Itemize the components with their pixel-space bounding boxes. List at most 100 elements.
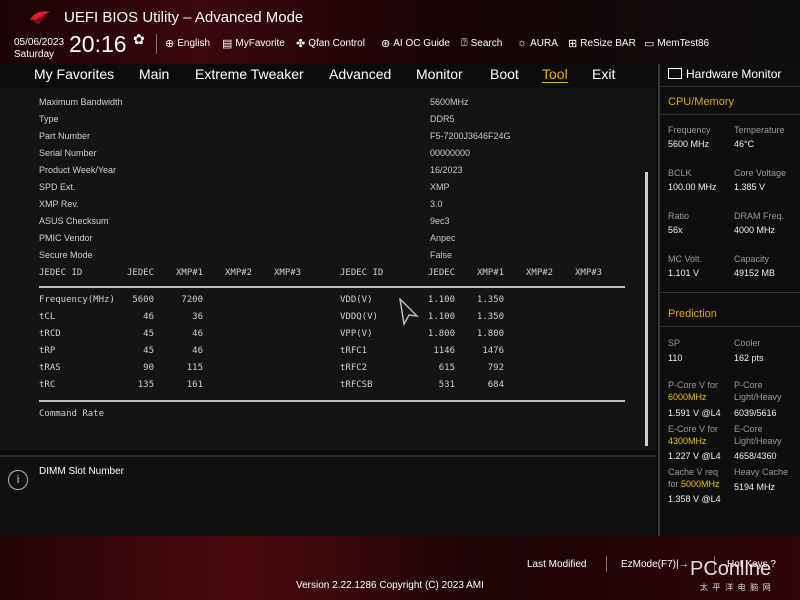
spd-value-asus-checksum: 9ec3 xyxy=(430,216,450,226)
timing-xmp1-value: 161 xyxy=(186,380,203,390)
bclk-value: 100.00 MHz xyxy=(668,182,717,192)
timing-label: tRAS xyxy=(39,363,61,373)
ecore-lh-label: E-Core Light/Heavy xyxy=(734,423,782,447)
ai-oc-guide-button[interactable]: ⊛ AI OC Guide xyxy=(381,37,450,50)
bclk-label: BCLK xyxy=(668,168,692,178)
timing-jedec-value: 45 xyxy=(143,346,154,356)
aura-button[interactable]: ☼ AURA xyxy=(517,37,558,49)
app-title: UEFI BIOS Utility – Advanced Mode xyxy=(64,9,304,26)
myfavorite-button[interactable]: ▤ MyFavorite xyxy=(222,37,285,50)
resize-bar-icon: ⊞ xyxy=(568,38,578,50)
timing-xmp1-value: 46 xyxy=(192,346,203,356)
date-text: 05/06/2023 xyxy=(14,37,65,48)
spd-label-max-bandwidth: Maximum Bandwidth xyxy=(39,97,123,107)
tab-monitor[interactable]: Monitor xyxy=(416,66,463,82)
toolbar-divider xyxy=(156,34,157,54)
ai-chip-icon: ⊛ xyxy=(381,38,391,50)
memtest-button[interactable]: ▭ MemTest86 xyxy=(644,37,709,50)
cooler-value: 162 pts xyxy=(734,353,764,363)
ecore-v-label: E-Core V for 4300MHz xyxy=(668,423,718,447)
resize-bar-button[interactable]: ⊞ ReSize BAR xyxy=(568,37,636,50)
search-button[interactable]: ⍰ Search xyxy=(461,37,502,50)
timing-label: VDD(V) xyxy=(340,295,373,305)
tab-boot[interactable]: Boot xyxy=(490,66,519,82)
spd-label-asus-checksum: ASUS Checksum xyxy=(39,216,109,226)
qfan-control-button[interactable]: ✤ Qfan Control xyxy=(296,37,365,50)
aura-light-icon: ☼ xyxy=(517,37,528,49)
pcore-lh-label-text: P-Core xyxy=(734,380,763,390)
language-button[interactable]: ⊕ English xyxy=(165,37,210,50)
timing-jedec-value: 45 xyxy=(143,329,154,339)
frequency-label: Frequency xyxy=(668,125,711,135)
timing-label: tRCD xyxy=(39,329,61,339)
ecore-lh-value: 4658/4360 xyxy=(734,451,777,461)
temperature-value: 46°C xyxy=(734,139,755,149)
spd-label-product-week-year: Product Week/Year xyxy=(39,165,117,175)
timing-xmp1-value: 1476 xyxy=(482,346,504,356)
fan-icon: ✤ xyxy=(296,38,306,50)
help-description-panel: i DIMM Slot Number xyxy=(0,455,656,537)
heavy-cache-label: Heavy Cache xyxy=(734,467,789,477)
tab-main[interactable]: Main xyxy=(139,66,169,82)
footer-divider xyxy=(606,556,607,572)
ai-oc-label: AI OC Guide xyxy=(393,38,450,49)
section-divider xyxy=(660,86,800,87)
tab-my-favorites[interactable]: My Favorites xyxy=(34,66,114,82)
tab-exit[interactable]: Exit xyxy=(592,66,615,82)
timing-label: VPP(V) xyxy=(340,329,373,339)
tab-extreme-tweaker[interactable]: Extreme Tweaker xyxy=(195,66,304,82)
table-header-left-id: JEDEC ID xyxy=(39,268,83,278)
pconline-watermark-subtitle: 太 平 洋 电 脑 网 xyxy=(700,583,772,592)
spd-value-pmic-vendor: Anpec xyxy=(430,233,456,243)
spd-label-pmic-vendor: PMIC Vendor xyxy=(39,233,93,243)
dram-freq-value: 4000 MHz xyxy=(734,225,776,235)
last-modified-button[interactable]: Last Modified xyxy=(527,559,586,570)
info-icon: i xyxy=(8,470,28,490)
pconline-watermark: PConline xyxy=(690,558,772,580)
mc-volt-value: 1.101 V xyxy=(668,268,700,278)
ezmode-button[interactable]: EzMode(F7)|→ xyxy=(621,559,689,570)
tab-advanced[interactable]: Advanced xyxy=(329,66,391,82)
globe-icon: ⊕ xyxy=(165,38,175,50)
timing-jedec-value: 615 xyxy=(438,363,455,373)
ratio-label: Ratio xyxy=(668,211,690,221)
spd-label-type: Type xyxy=(39,114,59,124)
spd-label-part-number: Part Number xyxy=(39,131,91,141)
scrollbar[interactable] xyxy=(645,172,648,446)
timing-label: Frequency(MHz) xyxy=(39,295,115,305)
spd-label-secure-mode: Secure Mode xyxy=(39,250,93,260)
mouse-cursor-icon xyxy=(399,298,419,327)
table-divider-bottom xyxy=(39,400,625,402)
time-settings-gear-icon[interactable]: ✿ xyxy=(133,32,145,48)
tab-tool[interactable]: Tool xyxy=(542,66,568,83)
table-header-left-jedec: JEDEC xyxy=(127,268,155,278)
main-menu-bar: My Favorites Main Extreme Tweaker Advanc… xyxy=(0,64,656,86)
pcore-v-label-text: P-Core V for xyxy=(668,380,719,390)
spd-label-spd-ext: SPD Ext. xyxy=(39,182,76,192)
cache-v-freq: 5000MHz xyxy=(681,479,720,489)
myfavorite-label: MyFavorite xyxy=(235,38,285,49)
header-bar: UEFI BIOS Utility – Advanced Mode 05/06/… xyxy=(0,0,800,64)
timing-label: tCL xyxy=(39,312,56,322)
footer-bar: Last Modified EzMode(F7)|→ Hot Keys ? Ve… xyxy=(0,536,800,600)
table-divider-top xyxy=(39,286,625,288)
temperature-label: Temperature xyxy=(734,125,785,135)
memtest-label: MemTest86 xyxy=(657,38,710,49)
spd-value-secure-mode: False xyxy=(430,250,453,260)
rog-logo-icon xyxy=(30,11,50,25)
pcore-v-value: 1.591 V @L4 xyxy=(668,408,721,418)
heavy-cache-value: 5194 MHz xyxy=(734,482,776,492)
ecore-v-label-text: E-Core V for xyxy=(668,424,719,434)
spd-value-product-week-year: 16/2023 xyxy=(430,165,463,175)
pcore-lh-value: 6039/5616 xyxy=(734,408,777,418)
timing-xmp1-value: 792 xyxy=(487,363,504,373)
pcore-lh-label: P-Core Light/Heavy xyxy=(734,379,782,403)
qfan-label: Qfan Control xyxy=(308,38,365,49)
help-text: DIMM Slot Number xyxy=(39,466,125,477)
capacity-value: 49152 MB xyxy=(734,268,776,278)
day-text: Saturday xyxy=(14,49,55,60)
aura-label: AURA xyxy=(530,37,558,49)
ecore-lh-label-text: E-Core xyxy=(734,424,763,434)
timing-jedec-value: 1.800 xyxy=(427,329,455,339)
spd-value-type: DDR5 xyxy=(430,114,455,124)
